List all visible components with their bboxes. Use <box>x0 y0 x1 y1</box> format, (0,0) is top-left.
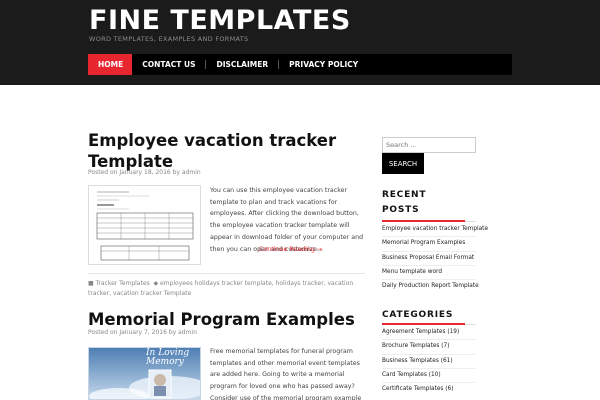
category-link[interactable]: Business Templates (61) <box>382 355 476 369</box>
category-link[interactable]: Brochure Templates (7) <box>382 340 476 355</box>
post-excerpt: Free memorial templates for funeral prog… <box>210 348 362 400</box>
recent-post-link[interactable]: Memorial Program Examples <box>382 237 476 252</box>
post-excerpt: You can use this employee vacation track… <box>210 187 364 253</box>
widget-title-line: RECENT <box>382 190 427 200</box>
post-divider <box>88 273 365 274</box>
thumbnail-caption: In Loving Memory <box>146 348 190 367</box>
site-tagline: WORD TEMPLATES, EXAMPLES AND FORMATS <box>89 35 249 43</box>
recent-post-link[interactable]: Business Proposal Email Format <box>382 252 476 266</box>
post-title[interactable]: Employee vacation tracker Template <box>88 130 348 172</box>
recent-post-link[interactable]: Employee vacation tracker Template <box>382 223 488 238</box>
post-meta: Posted on January 7, 2016 by admin <box>88 329 197 336</box>
category-link[interactable]: Certificate Templates (6) <box>382 383 476 397</box>
site-header: FINE TEMPLATES WORD TEMPLATES, EXAMPLES … <box>0 0 600 85</box>
search-button[interactable]: SEARCH <box>382 153 424 174</box>
search-input[interactable] <box>382 137 476 153</box>
widget-title-categories: CATEGORIES <box>382 310 454 320</box>
categories-list: Agreement Templates (19) Brochure Templa… <box>382 326 476 397</box>
main-navigation: HOME CONTACT US DISCLAIMER PRIVACY POLIC… <box>88 54 512 75</box>
recent-posts-list: Employee vacation tracker Template Memor… <box>382 223 488 294</box>
nav-contact-us[interactable]: CONTACT US <box>132 54 205 75</box>
nav-privacy-policy[interactable]: PRIVACY POLICY <box>279 54 368 75</box>
continue-reading-link[interactable]: Continue Reading → <box>259 246 322 253</box>
recent-post-link[interactable]: Menu template word <box>382 266 476 281</box>
folder-icon: ■ <box>88 280 94 287</box>
post-taxonomy: ■ Tracker Templates ◆ employees holidays… <box>88 279 358 299</box>
widget-title-line: POSTS <box>382 205 420 215</box>
category-link[interactable]: Card Templates (10) <box>382 369 476 384</box>
widget-title-recent-posts: RECENT POSTS <box>382 188 426 218</box>
nav-home[interactable]: HOME <box>88 54 133 75</box>
site-title[interactable]: FINE TEMPLATES <box>89 5 351 36</box>
post-category-link[interactable]: Tracker Templates <box>96 280 150 287</box>
category-link[interactable]: Agreement Templates (19) <box>382 326 476 341</box>
tracker-document-image <box>89 186 200 264</box>
post-title[interactable]: Memorial Program Examples <box>88 309 358 330</box>
widget-underline <box>382 323 476 325</box>
post-meta: Posted on January 18, 2016 by admin <box>88 169 201 176</box>
recent-post-link[interactable]: Daily Production Report Template <box>382 280 479 294</box>
post-thumbnail[interactable] <box>88 185 201 265</box>
widget-underline <box>382 220 476 222</box>
nav-disclaimer[interactable]: DISCLAIMER <box>206 54 278 75</box>
tag-icon: ◆ <box>153 280 159 287</box>
